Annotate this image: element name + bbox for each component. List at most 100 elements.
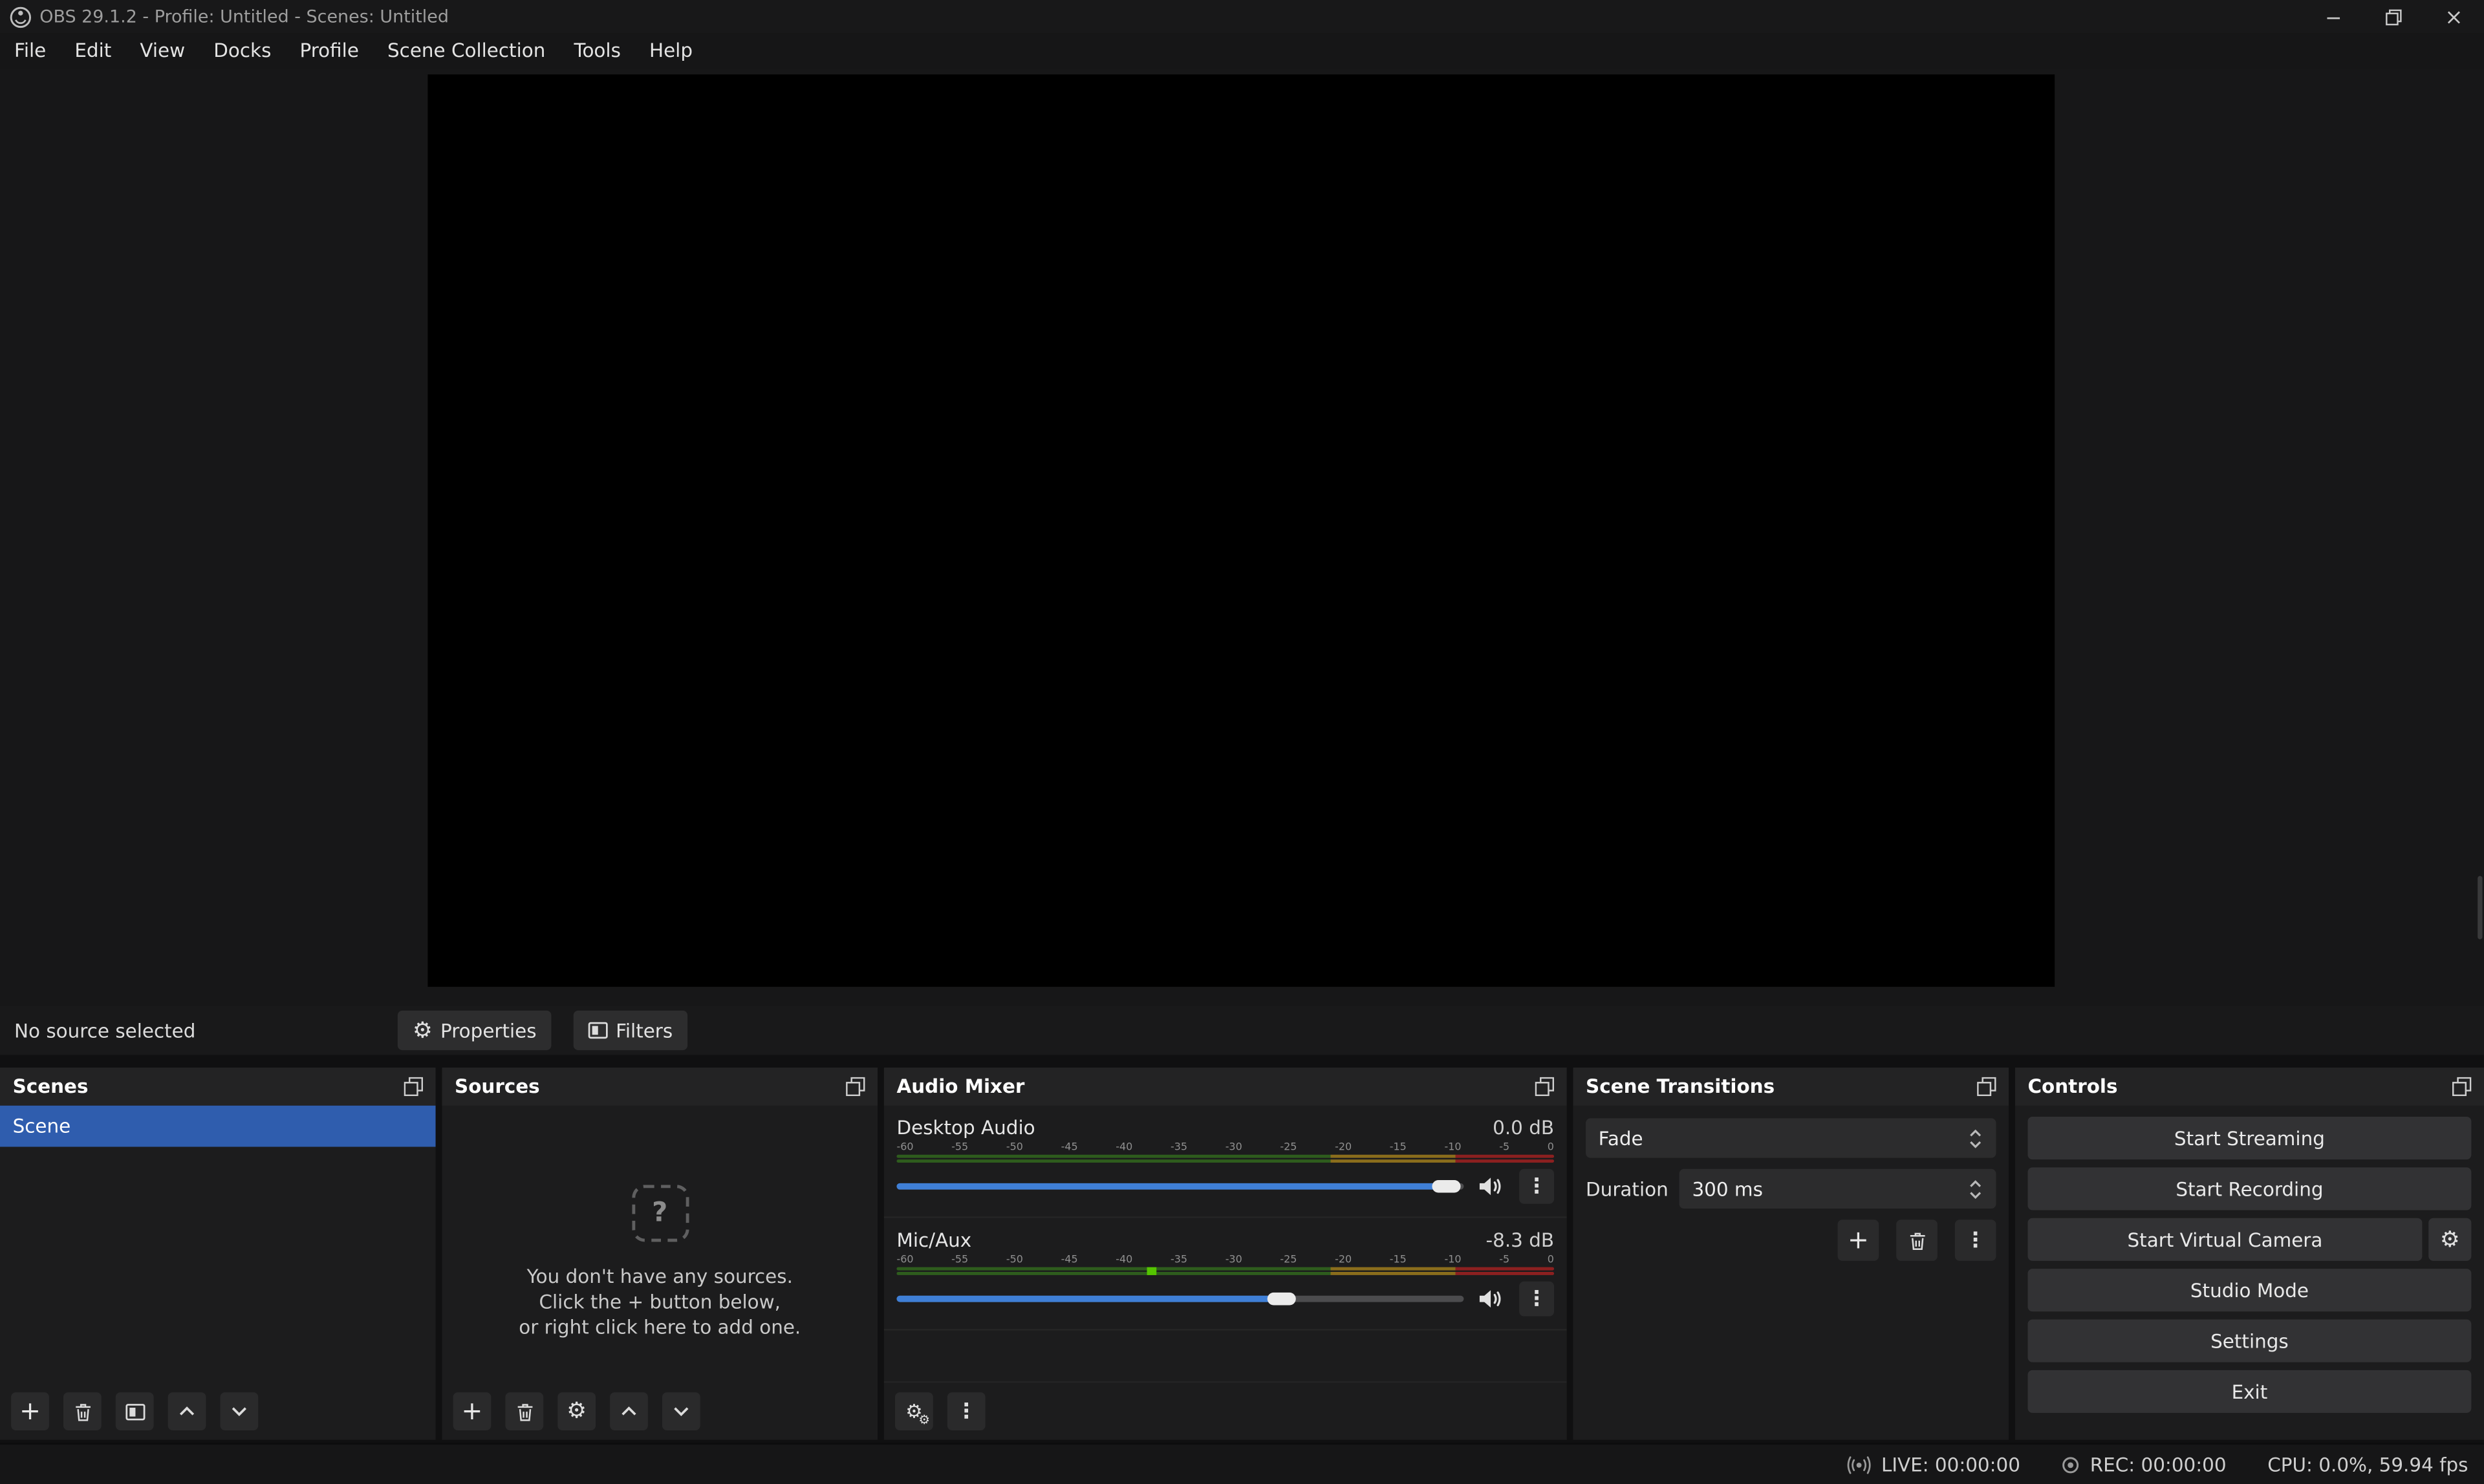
move-source-down-button[interactable] bbox=[662, 1392, 700, 1430]
spinner-arrows-icon[interactable] bbox=[1961, 1128, 1996, 1147]
audio-mixer-title: Audio Mixer bbox=[896, 1075, 1024, 1097]
remove-source-button[interactable] bbox=[505, 1392, 543, 1430]
studio-mode-button[interactable]: Studio Mode bbox=[2027, 1269, 2471, 1311]
slider-fill bbox=[896, 1183, 1447, 1190]
scrollbar[interactable] bbox=[2478, 876, 2482, 940]
meter-tick: -60 bbox=[896, 1141, 913, 1155]
add-transition-button[interactable]: + bbox=[1838, 1220, 1879, 1261]
volume-slider[interactable] bbox=[896, 1176, 1463, 1198]
rec-time: REC: 00:00:00 bbox=[2090, 1454, 2227, 1476]
record-icon bbox=[2062, 1455, 2080, 1474]
popout-icon[interactable] bbox=[1535, 1077, 1554, 1096]
menu-item[interactable]: Edit bbox=[60, 35, 125, 67]
meter-tick: -45 bbox=[1061, 1253, 1078, 1267]
advanced-audio-properties-button[interactable]: ⚙ ⚙ bbox=[895, 1392, 933, 1430]
scene-transitions-body: Fade Duration 300 ms bbox=[1573, 1106, 2009, 1440]
remove-scene-button[interactable] bbox=[63, 1392, 102, 1430]
duration-input[interactable]: 300 ms bbox=[1679, 1169, 1996, 1209]
title-bar: OBS 29.1.2 - Profile: Untitled - Scenes:… bbox=[0, 0, 2484, 33]
sources-panel-header: Sources bbox=[442, 1068, 878, 1106]
scene-list-item[interactable]: Scene bbox=[0, 1106, 436, 1147]
scenes-panel-header: Scenes bbox=[0, 1068, 436, 1106]
scenes-panel-title: Scenes bbox=[13, 1075, 89, 1097]
transition-select[interactable]: Fade bbox=[1586, 1118, 1996, 1157]
meter-tick: -15 bbox=[1390, 1141, 1407, 1155]
add-scene-button[interactable]: + bbox=[11, 1392, 49, 1430]
scene-transitions-title: Scene Transitions bbox=[1586, 1075, 1775, 1097]
kebab-icon: ⋮ bbox=[1526, 1289, 1547, 1309]
popout-icon[interactable] bbox=[846, 1077, 865, 1096]
meter-tick: -30 bbox=[1226, 1253, 1242, 1267]
preview-canvas[interactable] bbox=[427, 74, 2055, 987]
controls-title: Controls bbox=[2027, 1075, 2117, 1097]
meter-tick: -15 bbox=[1390, 1253, 1407, 1267]
menu-item[interactable]: Tools bbox=[559, 35, 635, 67]
restore-button[interactable] bbox=[2364, 0, 2424, 33]
audio-mixer-toolbar: ⚙ ⚙ ⋮ bbox=[884, 1381, 1567, 1440]
slider-handle[interactable] bbox=[1432, 1180, 1461, 1193]
start-virtual-camera-button[interactable]: Start Virtual Camera bbox=[2027, 1218, 2422, 1261]
meter-tick: -45 bbox=[1061, 1141, 1078, 1155]
menu-item[interactable]: Scene Collection bbox=[373, 35, 559, 67]
menu-item[interactable]: View bbox=[125, 35, 199, 67]
trash-icon bbox=[1906, 1230, 1927, 1251]
controls-panel: Controls Start Streaming Start Recording… bbox=[2015, 1068, 2484, 1440]
settings-button[interactable]: Settings bbox=[2027, 1320, 2471, 1362]
status-bar: LIVE: 00:00:00 REC: 00:00:00 CPU: 0.0%, … bbox=[0, 1443, 2484, 1484]
scenes-panel: Scenes Scene + bbox=[0, 1068, 436, 1440]
exit-button[interactable]: Exit bbox=[2027, 1370, 2471, 1413]
menu-item[interactable]: Docks bbox=[199, 35, 285, 67]
minimize-button[interactable] bbox=[2304, 0, 2364, 33]
menu-item[interactable]: Help bbox=[635, 35, 707, 67]
channel-menu-button[interactable]: ⋮ bbox=[1519, 1282, 1554, 1317]
scene-filters-button[interactable] bbox=[116, 1392, 154, 1430]
filter-icon bbox=[587, 1020, 608, 1041]
virtual-camera-settings-button[interactable]: ⚙ bbox=[2428, 1218, 2471, 1261]
meter-tick: -50 bbox=[1006, 1253, 1023, 1267]
close-button[interactable] bbox=[2424, 0, 2484, 33]
sources-empty-area[interactable]: ? You don't have any sources. Click the … bbox=[442, 1106, 878, 1383]
window-title: OBS 29.1.2 - Profile: Untitled - Scenes:… bbox=[39, 6, 2303, 27]
meter-tick: -30 bbox=[1226, 1141, 1242, 1155]
transition-properties-button[interactable]: ⋮ bbox=[1955, 1220, 1996, 1261]
remove-transition-button[interactable] bbox=[1896, 1220, 1938, 1261]
live-time: LIVE: 00:00:00 bbox=[1881, 1454, 2020, 1476]
source-properties-button[interactable]: ⚙ bbox=[557, 1392, 596, 1430]
popout-icon[interactable] bbox=[2452, 1077, 2471, 1096]
channel-name: Mic/Aux bbox=[896, 1229, 971, 1251]
source-toolbar: No source selected ⚙ Properties Filters bbox=[0, 1005, 2484, 1055]
add-source-button[interactable]: + bbox=[453, 1392, 491, 1430]
properties-button[interactable]: ⚙ Properties bbox=[398, 1011, 551, 1050]
spinner-arrows-icon[interactable] bbox=[1961, 1179, 1996, 1198]
channel-volume-db: -8.3 dB bbox=[1486, 1229, 1555, 1251]
slider-fill bbox=[896, 1296, 1282, 1302]
popout-icon[interactable] bbox=[1977, 1077, 1996, 1096]
chevron-down-icon bbox=[672, 1405, 691, 1418]
move-scene-down-button[interactable] bbox=[220, 1392, 258, 1430]
mixer-menu-button[interactable]: ⋮ bbox=[947, 1392, 986, 1430]
menu-item[interactable]: File bbox=[0, 35, 60, 67]
obs-window: OBS 29.1.2 - Profile: Untitled - Scenes:… bbox=[0, 0, 2484, 1484]
move-source-up-button[interactable] bbox=[610, 1392, 648, 1430]
filters-button[interactable]: Filters bbox=[573, 1011, 687, 1050]
volume-slider[interactable] bbox=[896, 1288, 1463, 1310]
channel-menu-button[interactable]: ⋮ bbox=[1519, 1169, 1554, 1204]
start-recording-button[interactable]: Start Recording bbox=[2027, 1167, 2471, 1210]
move-scene-up-button[interactable] bbox=[168, 1392, 206, 1430]
volume-meter: -60-55-50-45-40-35-30-25-20-15-10-50 bbox=[896, 1141, 1554, 1163]
meter-tick: -25 bbox=[1280, 1253, 1297, 1267]
meter-tick: -55 bbox=[951, 1253, 968, 1267]
speaker-icon[interactable] bbox=[1478, 1176, 1505, 1198]
meter-tick: -10 bbox=[1444, 1253, 1461, 1267]
start-streaming-button[interactable]: Start Streaming bbox=[2027, 1117, 2471, 1159]
menu-item[interactable]: Profile bbox=[285, 35, 373, 67]
meter-tick: -60 bbox=[896, 1253, 913, 1267]
slider-handle[interactable] bbox=[1268, 1293, 1297, 1306]
sources-empty-line: Click the + button below, bbox=[539, 1289, 781, 1315]
popout-icon[interactable] bbox=[404, 1077, 423, 1096]
question-box-icon: ? bbox=[631, 1185, 688, 1242]
mixer-channel-desktop-audio: Desktop Audio 0.0 dB -60-55-50-45-40-35-… bbox=[884, 1106, 1567, 1218]
speaker-icon[interactable] bbox=[1478, 1288, 1505, 1310]
meter-tick: -35 bbox=[1171, 1141, 1187, 1155]
trash-icon bbox=[514, 1401, 535, 1422]
